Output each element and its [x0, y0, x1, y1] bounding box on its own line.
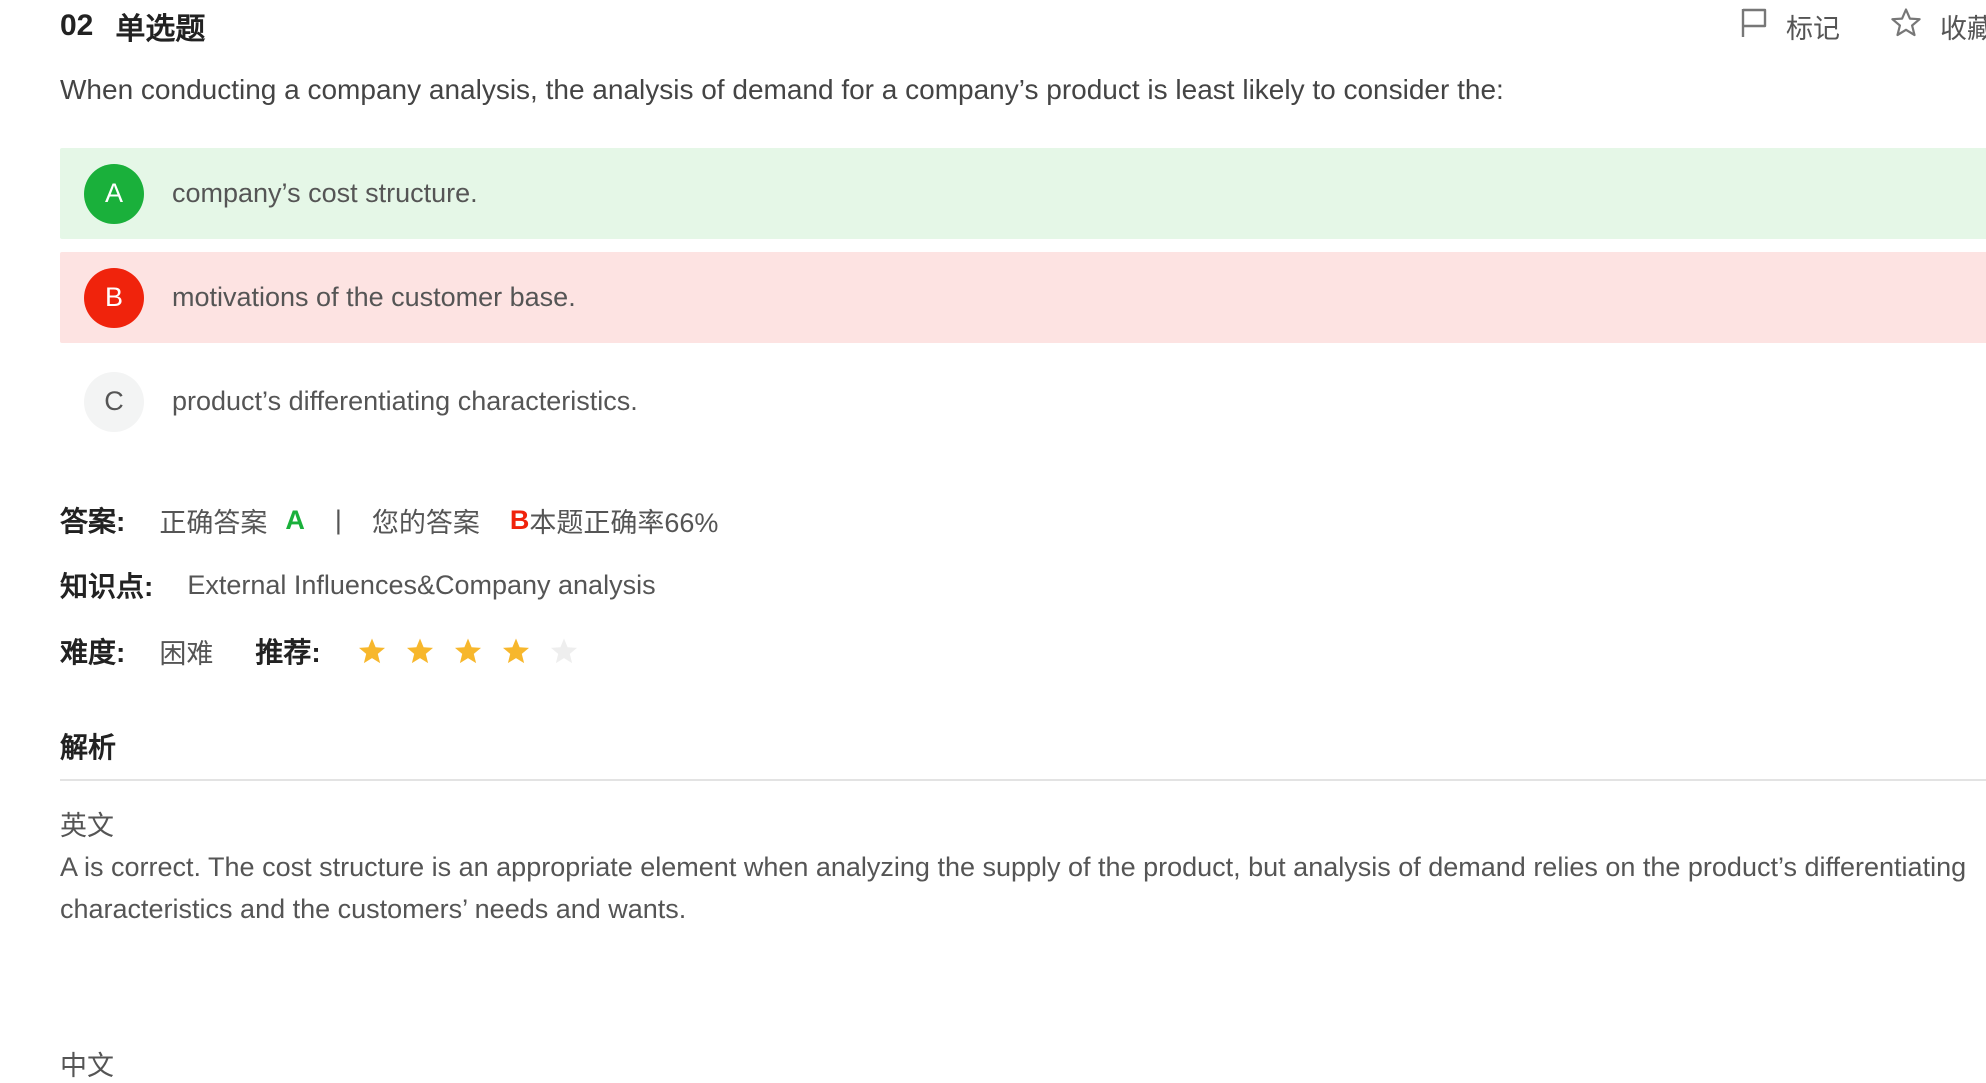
collect-button[interactable]: 收藏 [1890, 7, 1986, 46]
header-actions: 标记 收藏 [1740, 4, 1986, 48]
option-c[interactable]: C product’s differentiating characterist… [60, 356, 1986, 447]
question-stem: When conducting a company analysis, the … [60, 74, 1504, 105]
answer-row: 答案: 正确答案 A | 您的答案 B 本题正确率66% [60, 498, 718, 542]
question-page: 02 单选题 标记 收藏 When conducting a company a… [60, 0, 1986, 1081]
star-icon [501, 636, 531, 666]
your-answer-value: B [509, 504, 530, 535]
answer-label: 答案: [60, 506, 126, 537]
question-header: 02 单选题 [60, 4, 205, 48]
flag-icon [1740, 7, 1786, 46]
difficulty-row: 难度: 困难 推荐: [60, 629, 597, 673]
mark-label: 标记 [1786, 13, 1840, 44]
option-text: product’s differentiating characteristic… [172, 386, 638, 416]
star-icon [357, 636, 387, 666]
option-text: motivations of the customer base. [172, 282, 576, 312]
mark-button[interactable]: 标记 [1740, 7, 1840, 46]
collect-label: 收藏 [1940, 13, 1986, 44]
explanation-line: characteristics and the customers’ needs… [60, 894, 687, 924]
star-icon [549, 636, 579, 666]
difficulty-value: 困难 [159, 638, 214, 669]
recommend-rating [357, 636, 597, 666]
analysis-title: 解析 [60, 732, 117, 763]
option-letter: C [84, 371, 144, 432]
question-number: 02 [60, 9, 94, 42]
english-explanation: A is correct. The cost structure is an a… [60, 846, 1986, 930]
topic-row: 知识点: External Influences&Company analysi… [60, 563, 656, 607]
option-a[interactable]: A company’s cost structure. [60, 148, 1986, 239]
star-icon [405, 636, 435, 666]
correct-answer-value: A [285, 504, 305, 535]
options-list: A company’s cost structure. B motivation… [60, 148, 1986, 460]
recommend-label: 推荐: [255, 637, 321, 668]
option-b[interactable]: B motivations of the customer base. [60, 252, 1986, 343]
option-letter: A [84, 163, 144, 224]
chinese-label: 中文 [60, 1051, 114, 1081]
topic-label: 知识点: [60, 571, 154, 602]
correct-answer-label: 正确答案 [159, 507, 268, 538]
question-type: 单选题 [115, 13, 206, 46]
english-label: 英文 [60, 811, 114, 841]
topic-value: External Influences&Company analysis [187, 569, 656, 600]
option-letter: B [84, 267, 144, 328]
difficulty-label: 难度: [60, 637, 126, 668]
explanation-line: A is correct. The cost structure is an a… [60, 852, 1967, 882]
answer-separator: | [334, 504, 342, 535]
divider [60, 779, 1986, 781]
option-text: company’s cost structure. [172, 178, 478, 208]
star-outline-icon [1890, 7, 1940, 46]
your-answer-label: 您的答案 [371, 507, 480, 538]
star-icon [453, 636, 483, 666]
accuracy-rate: 本题正确率66% [529, 507, 719, 538]
